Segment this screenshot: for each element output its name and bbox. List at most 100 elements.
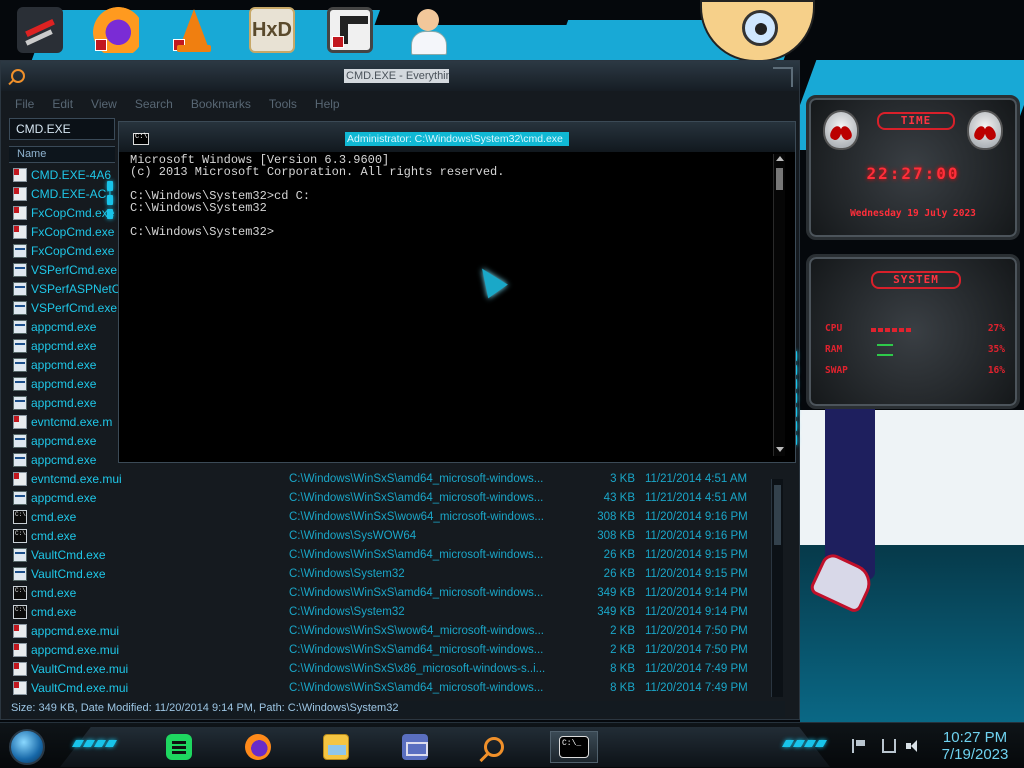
scrollbar-thumb[interactable] [776,168,783,190]
result-size: 308 KB [597,529,635,542]
taskbar-everything[interactable] [474,731,514,763]
menu-view[interactable]: View [91,97,117,111]
menu-bookmarks[interactable]: Bookmarks [191,97,251,111]
result-row[interactable]: appcmd.exe.mui C:\Windows\WinSxS\wow64_mi… [9,621,773,640]
result-name-prefix: app [31,395,52,410]
desktop-icon-hxd[interactable]: HxD [246,4,298,56]
result-date-modified: 11/20/2014 9:15 PM [645,548,748,561]
desktop-icon-firefox[interactable] [90,4,142,56]
network-icon[interactable] [882,739,896,753]
result-row[interactable]: VaultCmd.exe C:\Windows\WinSxS\amd64_micr… [9,545,773,564]
menu-tools[interactable]: Tools [269,97,297,111]
result-row[interactable]: appcmd.exe.mui C:\Windows\WinSxS\amd64_mi… [9,640,773,659]
taskbar-accent [71,740,118,747]
cpu-usage-bar [871,328,911,332]
result-name: VaultCmd.exe.mui [31,681,289,695]
hxd-glyph: HxD [251,18,292,41]
result-row[interactable]: VaultCmd.exe.mui C:\Windows\WinSxS\amd64_… [9,678,773,697]
cmd-icon[interactable] [133,133,149,145]
desktop-icon-doctor[interactable] [402,4,454,56]
result-name-match: cmd.exe [51,490,97,505]
result-name-prefix: FxCop [31,243,67,258]
scrollbar-thumb[interactable] [774,485,781,545]
result-name-match: cmd.exe [31,509,77,524]
result-row[interactable]: VaultCmd.exe C:\Windows\System32 26 KB 11/2… [9,564,773,583]
result-path: C:\Windows\SysWOW64 [289,529,417,542]
hxd-icon: HxD [249,7,295,53]
menu-help[interactable]: Help [315,97,340,111]
system-gadget[interactable]: SYSTEM CPU 27% RAM 35% SWAP 16% [806,254,1020,409]
result-path: C:\Windows\WinSxS\x86_microsoft-windows-… [289,662,545,675]
results-vertical-scrollbar[interactable] [771,479,783,697]
result-size: 26 KB [603,567,635,580]
cmd-window: Administrator: C:\Windows\System32\cmd.e… [118,121,796,463]
cmd-titlebar[interactable]: Administrator: C:\Windows\System32\cmd.e… [119,122,795,152]
menu-file[interactable]: File [15,97,34,111]
console-line: C:\Windows\System32> [130,225,275,239]
result-row[interactable]: cmd.exe C:\Windows\System32 349 KB 11/20/20… [9,602,773,621]
result-name-prefix: app [31,319,52,334]
firefox-icon [93,7,139,53]
alien-head-icon [967,110,1003,150]
result-name-match: cmd.exe [51,319,97,334]
document-icon [13,205,27,220]
ram-label: RAM [825,344,843,355]
window-accent-rail [107,181,113,511]
result-date-modified: 11/20/2014 9:14 PM [645,605,748,618]
result-name-prefix: Vault [31,661,58,676]
menu-search[interactable]: Search [135,97,173,111]
result-date-modified: 11/20/2014 7:49 PM [645,662,748,675]
wallpaper-character-leg [825,400,875,580]
result-path: C:\Windows\WinSxS\amd64_microsoft-window… [289,586,544,599]
result-row[interactable]: cmd.exe C:\Windows\WinSxS\wow64_microsoft… [9,507,773,526]
desktop-icon-tools[interactable] [14,4,66,56]
swap-label: SWAP [825,365,848,376]
everything-titlebar[interactable]: CMD.EXE - Everything [1,61,799,91]
scroll-down-arrow-icon[interactable] [776,447,784,452]
taskbar-firefox[interactable] [238,731,278,763]
desktop-icon-vlc[interactable] [168,4,220,56]
result-size: 349 KB [597,586,635,599]
result-name-prefix: Vault [31,547,58,562]
result-row[interactable]: VaultCmd.exe.mui C:\Windows\WinSxS\x86_mi… [9,659,773,678]
result-name-prefix: FxCop [31,224,67,239]
system-gadget-header: SYSTEM [871,271,961,289]
taskbar-spotify[interactable] [159,731,199,763]
taskbar-file-explorer[interactable] [316,731,356,763]
taskbar-control-panel[interactable] [395,731,435,763]
application-icon [13,490,27,505]
desktop-icon-maze[interactable] [324,4,376,56]
result-size: 43 KB [603,491,635,504]
search-input[interactable]: CMD.EXE [9,118,115,140]
doctor-icon [405,7,451,55]
result-size: 8 KB [610,681,635,694]
result-row[interactable]: evntcmd.exe.mui C:\Windows\WinSxS\amd64_m… [9,469,773,488]
column-header-name[interactable]: Name [9,146,115,163]
action-center-flag-icon[interactable] [852,739,866,753]
result-row[interactable]: cmd.exe C:\Windows\SysWOW64 308 KB 11/20/20… [9,526,773,545]
volume-icon[interactable] [906,739,920,753]
window-corner-decoration [773,67,793,87]
result-name-match: cmd.exe [51,357,97,372]
console-app-icon [13,509,27,524]
time-gadget[interactable]: TIME 22:27:00 Wednesday 19 July 2023 [806,95,1020,240]
taskbar-clock[interactable]: 10:27 PM 7/19/2023 [930,729,1020,763]
result-size: 2 KB [610,643,635,656]
menu-edit[interactable]: Edit [52,97,73,111]
folder-icon [323,734,349,760]
document-icon [13,642,27,657]
result-row[interactable]: appcmd.exe C:\Windows\WinSxS\amd64_micros… [9,488,773,507]
cmd-vertical-scrollbar[interactable] [773,154,785,456]
start-orb-icon[interactable] [9,729,45,765]
result-size: 2 KB [610,624,635,637]
result-name-suffix: .mui [105,680,129,695]
result-row[interactable]: cmd.exe C:\Windows\WinSxS\amd64_microsoft… [9,583,773,602]
taskbar-command-prompt[interactable] [550,731,598,763]
taskbar-accent [781,740,828,747]
console-output[interactable]: Microsoft Windows [Version 6.3.9600] (c) … [130,154,770,454]
tools-icon [17,7,63,53]
application-icon [13,281,27,296]
result-name-match: cmd.exe [53,414,100,429]
scroll-up-arrow-icon[interactable] [776,156,784,161]
control-panel-icon [402,734,428,760]
